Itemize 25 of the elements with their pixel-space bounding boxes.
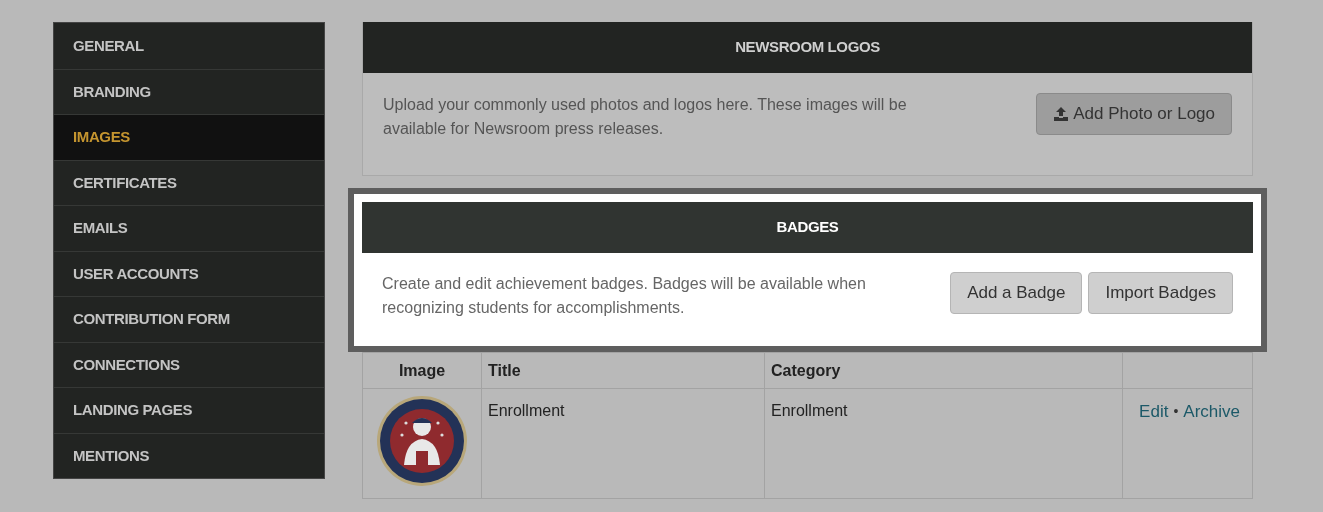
sidebar-item[interactable]: IMAGES bbox=[54, 114, 324, 160]
upload-icon bbox=[1053, 106, 1070, 122]
column-header: Title bbox=[481, 352, 765, 389]
panel-title: BADGES bbox=[776, 217, 839, 238]
sidebar-item[interactable]: EMAILS bbox=[54, 205, 324, 251]
panel-title: NEWSROOM LOGOS bbox=[735, 37, 880, 58]
column-header: Image bbox=[362, 352, 482, 389]
panel-description: Upload your commonly used photos and logos here. These images will be available for Newsroom press releases. bbox=[383, 95, 908, 139]
separator-dot: • bbox=[1173, 402, 1179, 422]
sidebar-item[interactable]: CONTRIBUTION FORM bbox=[54, 296, 324, 342]
panel-description: Create and edit achievement badges. Badges will be available when recognizing students for accomplishments. bbox=[382, 274, 867, 318]
sidebar-item[interactable]: MENTIONS bbox=[54, 432, 324, 478]
table-cell: Enrollment bbox=[481, 388, 765, 499]
table-cell: Enrollment bbox=[764, 388, 1123, 499]
sidebar-item[interactable]: GENERAL bbox=[54, 23, 324, 69]
column-header: Category bbox=[764, 352, 1123, 389]
panel-button[interactable]: Import Badges bbox=[1088, 272, 1233, 314]
panel-button[interactable]: Add a Badge bbox=[950, 272, 1083, 314]
sidebar-item[interactable]: USER ACCOUNTS bbox=[54, 250, 324, 296]
upload-button[interactable]: Add Photo or Logo bbox=[1036, 93, 1232, 135]
action-link[interactable]: Edit bbox=[1139, 399, 1169, 425]
action-link[interactable]: Archive bbox=[1183, 399, 1240, 425]
sidebar-item[interactable]: LANDING PAGES bbox=[54, 387, 324, 433]
sidebar-item[interactable]: CERTIFICATES bbox=[54, 159, 324, 205]
sidebar-item[interactable]: CONNECTIONS bbox=[54, 341, 324, 387]
